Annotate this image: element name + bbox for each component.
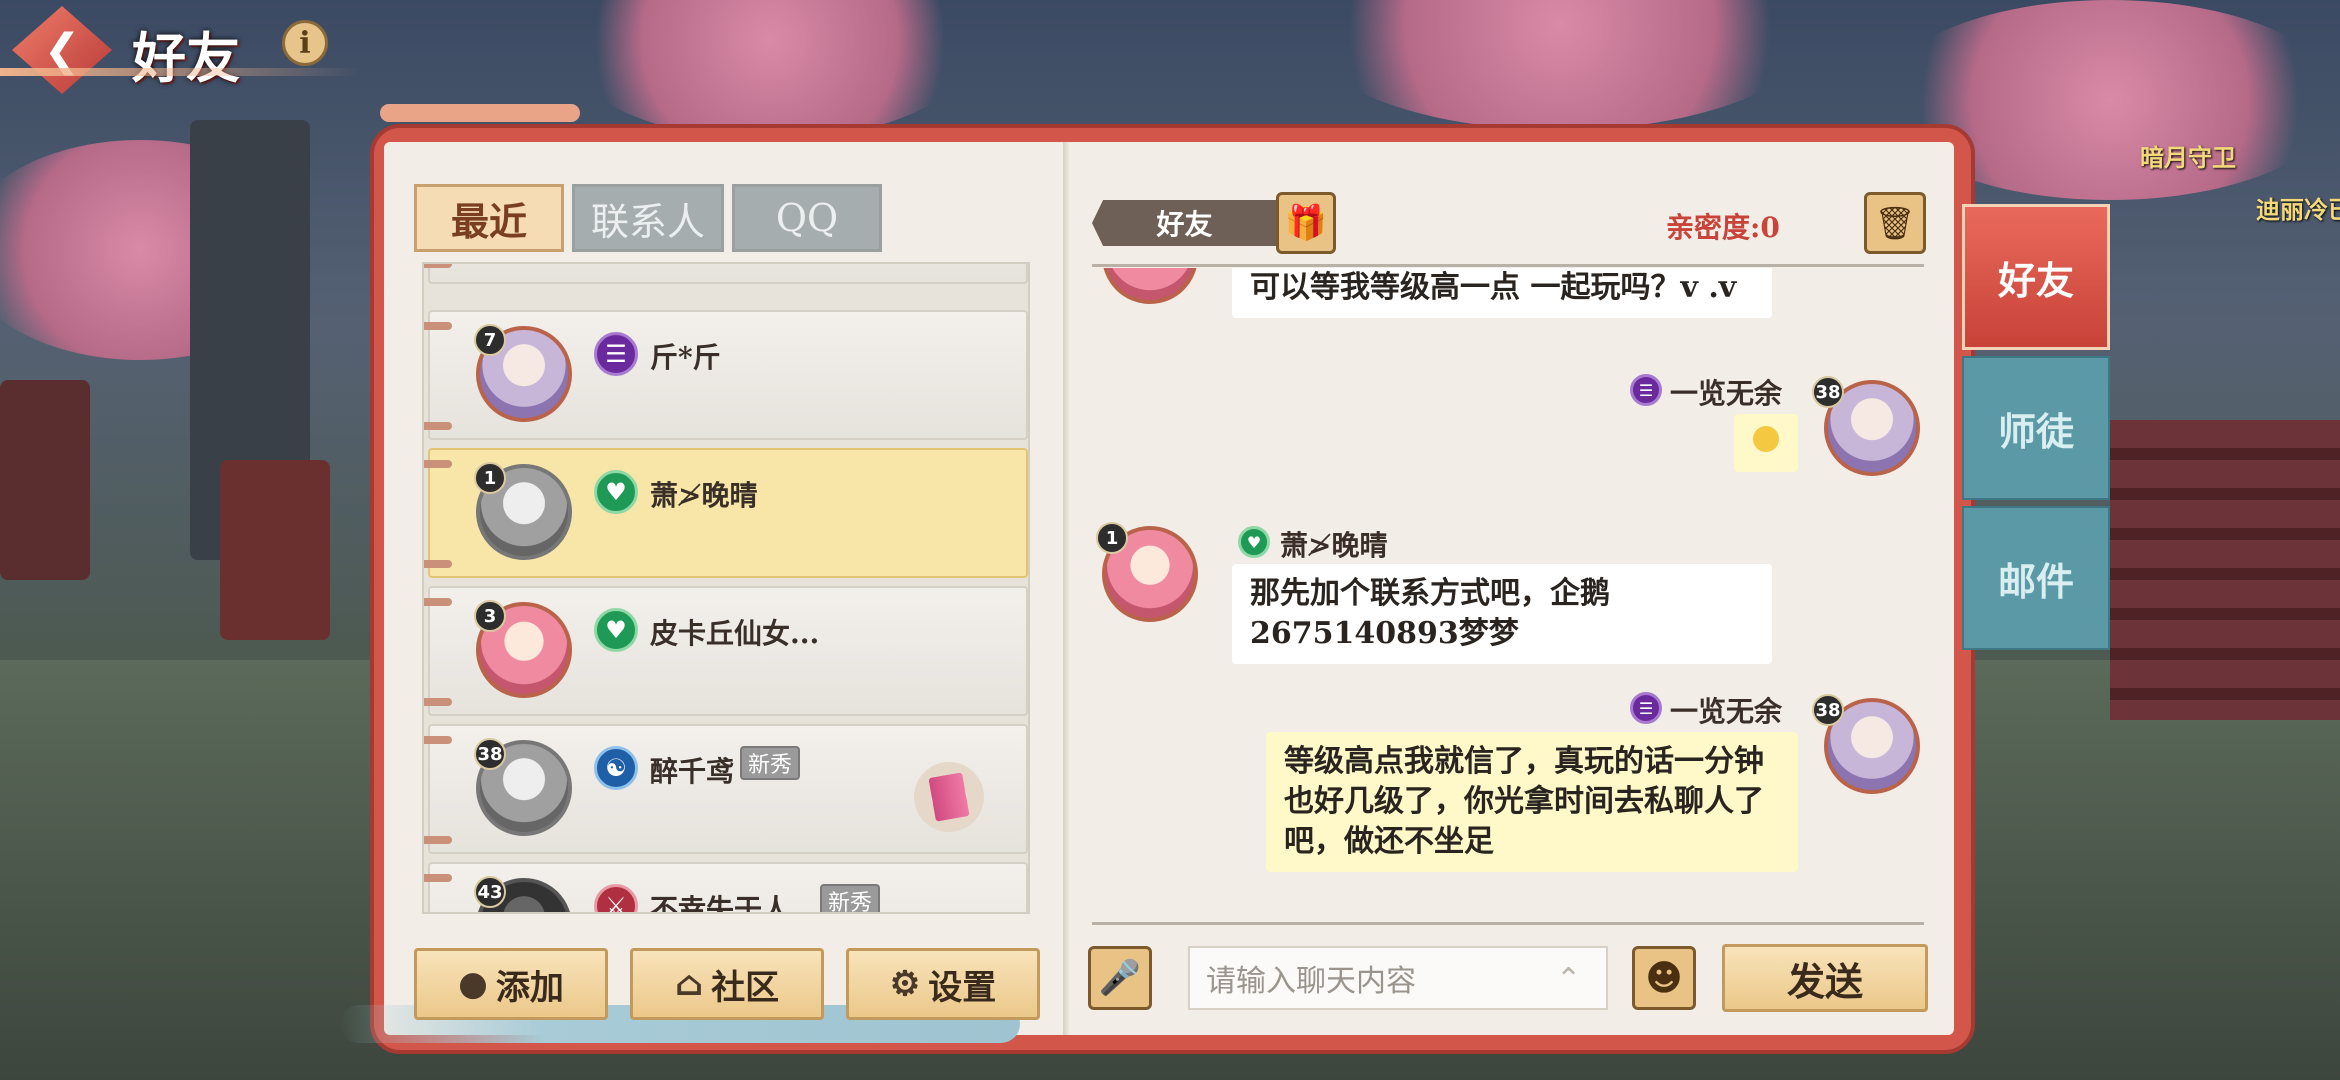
- list-item[interactable]: [424, 264, 1028, 284]
- side-tab-mail[interactable]: 邮件: [1962, 506, 2110, 650]
- sender-name: 萧≯晚晴: [1280, 529, 1388, 562]
- class-icon: ♥: [1238, 526, 1270, 558]
- world-label-npc: 迪丽冷已: [2256, 195, 2340, 224]
- friend-name: 皮卡丘仙女...: [650, 617, 820, 650]
- level-badge: 38: [1812, 376, 1844, 408]
- world-label-guard: 暗月守卫: [2140, 143, 2236, 172]
- info-icon[interactable]: i: [282, 20, 328, 66]
- divider: [1092, 922, 1924, 925]
- chat-bubble: 可以等我等级高一点 一起玩吗？v .v: [1232, 268, 1772, 318]
- header-decoration: [0, 68, 360, 76]
- divider: [1092, 264, 1924, 267]
- trash-icon[interactable]: 🗑: [1864, 192, 1926, 254]
- side-tab-mentorship[interactable]: 师徒: [1962, 356, 2110, 500]
- class-icon: ☯: [594, 746, 638, 790]
- tab-contacts[interactable]: 联系人: [572, 184, 724, 252]
- send-button[interactable]: 发送: [1722, 944, 1928, 1012]
- emoji-bubble: [1734, 414, 1798, 472]
- chat-log[interactable]: 可以等我等级高一点 一起玩吗？v .v ☰ 一览无余 38 1 ♥ 萧≯晚晴 那…: [1092, 268, 1924, 916]
- chat-bubble: 等级高点我就信了，真玩的话一分钟也好几级了，你光拿时间去私聊人了吧，做还不坐足: [1266, 732, 1798, 872]
- friend-card[interactable]: 3 ♥ 皮卡丘仙女...: [424, 586, 1028, 716]
- emoji-icon[interactable]: ☻: [1632, 946, 1696, 1010]
- person-icon: ●: [458, 964, 488, 1004]
- chat-input[interactable]: 请输入聊天内容: [1188, 946, 1608, 1010]
- friend-card[interactable]: 1 ♥ 萧≯晚晴: [424, 448, 1028, 578]
- back-button[interactable]: ❮: [12, 6, 112, 94]
- gift-book-icon[interactable]: [914, 762, 984, 832]
- friend-card[interactable]: 43 ⚔ 不幸失于人... 新秀: [424, 862, 1028, 914]
- gear-icon: ⚙: [889, 964, 921, 1004]
- avatar: [1102, 268, 1198, 304]
- chevron-up-icon[interactable]: ⌃: [1556, 962, 1596, 997]
- sender-name: 一览无余: [1670, 377, 1783, 410]
- level-badge: 1: [474, 462, 506, 494]
- friend-card[interactable]: 7 ☰ 斤*斤: [424, 310, 1028, 440]
- friend-list[interactable]: 7 ☰ 斤*斤 1 ♥ 萧≯晚晴 3 ♥ 皮卡丘仙女... 38 ☯ 醉千鸢 新…: [422, 262, 1030, 914]
- side-tab-friends[interactable]: 好友: [1962, 204, 2110, 350]
- friend-name: 不幸失于人...: [650, 893, 820, 914]
- gift-icon[interactable]: 🎁: [1276, 192, 1336, 254]
- panel-spine: [1063, 142, 1069, 1035]
- intimacy-label: 亲密度:0: [1666, 211, 1780, 244]
- settings-button[interactable]: ⚙ 设置: [846, 948, 1040, 1020]
- class-icon: ☰: [594, 332, 638, 376]
- tab-qq[interactable]: QQ: [732, 184, 882, 252]
- add-friend-button[interactable]: ● 添加: [414, 948, 608, 1020]
- friend-name: 斤*斤: [650, 341, 721, 374]
- class-icon: ☰: [1630, 692, 1662, 724]
- level-badge: 1: [1096, 522, 1128, 554]
- tab-recent[interactable]: 最近: [414, 184, 564, 252]
- level-badge: 38: [1812, 694, 1844, 726]
- new-player-badge: 新秀: [820, 884, 881, 912]
- class-icon: ♥: [594, 470, 638, 514]
- home-icon: ⌂: [674, 964, 704, 1004]
- class-icon: ♥: [594, 608, 638, 652]
- level-badge: 43: [474, 876, 506, 908]
- new-player-badge: 新秀: [740, 746, 801, 780]
- friend-card[interactable]: 38 ☯ 醉千鸢 新秀: [424, 724, 1028, 854]
- friend-name: 萧≯晚晴: [650, 479, 758, 512]
- frame-ornament: [380, 104, 580, 122]
- microphone-icon[interactable]: 🎤: [1088, 946, 1152, 1010]
- level-badge: 38: [474, 738, 506, 770]
- sender-name: 一览无余: [1670, 695, 1783, 728]
- class-icon: ☰: [1630, 374, 1662, 406]
- page-title: 好友: [132, 26, 240, 90]
- level-badge: 7: [474, 324, 506, 356]
- level-badge: 3: [474, 600, 506, 632]
- chat-bubble: 那先加个联系方式吧，企鹅 2675140893梦梦: [1232, 564, 1772, 664]
- community-button[interactable]: ⌂ 社区: [630, 948, 824, 1020]
- relation-tag: 好友: [1092, 200, 1277, 246]
- friend-name: 醉千鸢: [650, 755, 735, 788]
- class-icon: ⚔: [594, 884, 638, 912]
- smile-emoji-icon: [1753, 426, 1779, 452]
